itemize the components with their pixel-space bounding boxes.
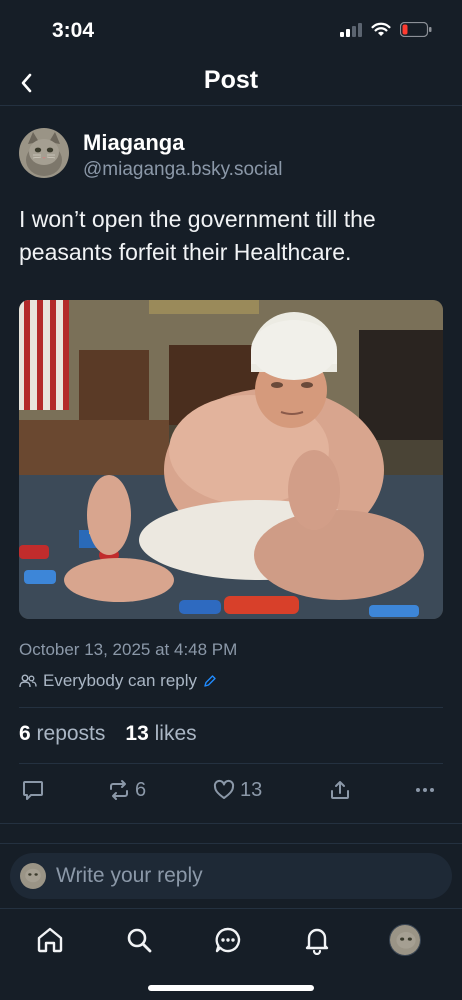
author-avatar[interactable] bbox=[19, 128, 69, 178]
more-options-button[interactable] bbox=[413, 778, 437, 802]
like-count: 13 bbox=[240, 778, 263, 801]
divider bbox=[19, 707, 443, 708]
post-actions: 6 13 bbox=[19, 778, 443, 808]
heart-icon bbox=[213, 779, 235, 799]
share-icon bbox=[331, 781, 349, 799]
post-image[interactable] bbox=[19, 300, 443, 619]
post-author[interactable]: Miaganga @miaganga.bsky.social bbox=[19, 128, 283, 183]
reply-button[interactable] bbox=[21, 778, 45, 802]
post-header: Post bbox=[0, 62, 462, 106]
engagement-counts: 6 reposts 13 likes bbox=[19, 722, 197, 746]
author-display-name[interactable]: Miaganga bbox=[83, 129, 283, 156]
reposts-count[interactable]: 6 reposts bbox=[19, 722, 105, 746]
status-icons bbox=[340, 22, 432, 37]
status-time: 3:04 bbox=[52, 19, 95, 42]
cat-avatar-image bbox=[20, 863, 46, 889]
home-icon bbox=[37, 927, 63, 953]
tab-chat[interactable] bbox=[211, 923, 245, 957]
likes-count[interactable]: 13 likes bbox=[125, 722, 196, 746]
like-button[interactable]: 13 bbox=[212, 778, 262, 802]
post-text: I won’t open the government till the pea… bbox=[19, 206, 376, 265]
page-title: Post bbox=[203, 66, 259, 94]
cat-avatar-image bbox=[19, 128, 69, 178]
share-button[interactable] bbox=[328, 778, 352, 802]
pencil-icon bbox=[204, 675, 216, 687]
comment-icon bbox=[23, 781, 43, 800]
repost-icon bbox=[110, 780, 128, 800]
tab-search[interactable] bbox=[122, 923, 156, 957]
profile-avatar bbox=[389, 924, 421, 956]
divider bbox=[19, 763, 443, 764]
bell-icon bbox=[305, 928, 329, 955]
tab-notifications[interactable] bbox=[300, 923, 334, 957]
people-icon bbox=[19, 674, 37, 688]
post-image-illustration bbox=[19, 300, 443, 619]
status-bar: 3:04 bbox=[0, 0, 462, 62]
reply-composer[interactable]: Write your reply bbox=[10, 853, 452, 899]
reply-placeholder: Write your reply bbox=[56, 864, 203, 887]
chat-icon bbox=[215, 927, 241, 953]
wifi-icon bbox=[371, 22, 391, 36]
more-icon bbox=[416, 788, 434, 792]
cat-avatar-image bbox=[390, 925, 420, 955]
search-icon bbox=[127, 928, 152, 953]
tab-home[interactable] bbox=[33, 923, 67, 957]
divider bbox=[0, 823, 462, 824]
repost-count: 6 bbox=[135, 778, 147, 801]
user-avatar bbox=[20, 863, 46, 889]
battery-icon bbox=[400, 22, 432, 37]
author-handle[interactable]: @miaganga.bsky.social bbox=[83, 156, 283, 183]
reply-setting-label: Everybody can reply bbox=[43, 671, 198, 690]
tab-profile[interactable] bbox=[388, 923, 422, 957]
post-timestamp: October 13, 2025 at 4:48 PM bbox=[19, 640, 238, 659]
divider bbox=[0, 843, 462, 844]
repost-button[interactable]: 6 bbox=[107, 778, 146, 802]
home-indicator bbox=[148, 985, 314, 991]
reply-setting[interactable]: Everybody can reply bbox=[19, 671, 217, 691]
signal-icon bbox=[340, 22, 362, 37]
